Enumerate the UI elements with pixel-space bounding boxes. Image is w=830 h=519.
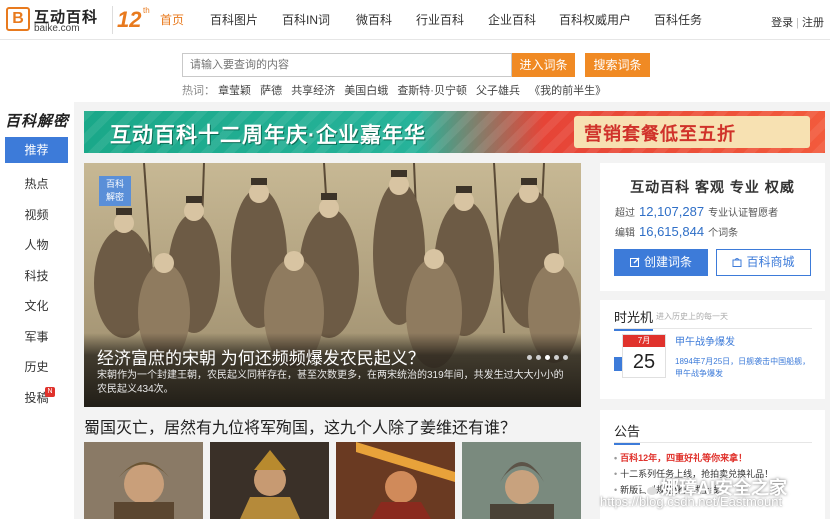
hot-word[interactable]: 萨德: [260, 85, 282, 97]
nav-item-home[interactable]: 首页: [160, 0, 210, 40]
nav-item-micro-baike[interactable]: 微百科: [356, 0, 416, 40]
top-navigation-bar: B 互动百科 baike.com 12 th 首页 百科图片 百科IN词 微百科…: [0, 0, 830, 40]
hero-tag-line: 百科: [105, 179, 124, 189]
search-entry-button[interactable]: 搜索词条: [585, 53, 650, 77]
entries-stat: 编辑 16,615,844 个词条: [615, 224, 738, 239]
stat-label: 超过: [615, 208, 635, 219]
logo-domain: baike.com: [34, 23, 80, 34]
calendar-date: 7月 25: [622, 334, 666, 378]
hero-tag-line: 解密: [105, 192, 124, 202]
article-thumbnails: [84, 442, 581, 519]
thumbnail-image[interactable]: [336, 442, 455, 519]
search-area: 进入词条 搜索词条 热词： 章莹颖 萨德 共享经济 美国白蛾 查斯特·贝宁顿 父…: [0, 40, 830, 102]
baike-mall-label: 百科商城: [746, 255, 795, 269]
hero-category-tag: 百科 解密: [99, 176, 131, 206]
stat-suffix: 专业认证智愿者: [708, 208, 779, 219]
thumbnail-image[interactable]: [210, 442, 329, 519]
hero-slide[interactable]: 百科 解密 经济富庶的宋朝 为何还频频爆发农民起义？ 宋朝作为一个封建王朝，农民…: [84, 163, 581, 407]
anniversary-suffix: th: [143, 6, 150, 15]
slide-dot[interactable]: [563, 355, 568, 360]
sidebar-item-submit[interactable]: 投稿 N: [5, 383, 68, 414]
hot-word[interactable]: 美国白蛾: [344, 85, 388, 97]
sidebar-item-recommend[interactable]: 推荐: [5, 137, 68, 163]
sidebar-item-military[interactable]: 军事: [5, 322, 68, 353]
hot-word[interactable]: 共享经济: [291, 85, 335, 97]
slide-dot[interactable]: [554, 355, 559, 360]
login-link[interactable]: 登录: [771, 17, 793, 29]
hot-word[interactable]: 《我的前半生》: [529, 85, 606, 97]
site-logo[interactable]: B 互动百科 baike.com: [6, 6, 102, 34]
anniversary-number: 12: [117, 7, 142, 32]
slide-dot-active[interactable]: [545, 355, 550, 360]
auth-links: 登录 | 注册: [771, 14, 824, 30]
main-nav: 首页 百科图片 百科IN词 微百科 行业百科 企业百科 百科权威用户 百科任务: [160, 0, 714, 40]
auth-separator: |: [796, 17, 799, 29]
anniversary-logo: 12 th: [112, 6, 150, 34]
watermark-url: https://blog.csdn.net/Eastmount: [600, 494, 783, 509]
thumbnail-image[interactable]: [84, 442, 203, 519]
nav-item-industry[interactable]: 行业百科: [416, 0, 488, 40]
sidebar-item-hot[interactable]: 热点: [5, 169, 68, 200]
stats-card: 互动百科 客观 专业 权威 超过 12,107,287 专业认证智愿者 编辑 16,6…: [600, 163, 825, 291]
stat-suffix: 个词条: [708, 228, 739, 239]
calendar-day: 25: [632, 351, 656, 373]
banner-offer-box: 营销套餐低至五折: [574, 116, 810, 148]
divider: [614, 442, 812, 443]
stats-slogan: 互动百科 客观 专业 权威: [630, 179, 795, 195]
new-badge: N: [45, 386, 55, 397]
nav-item-images[interactable]: 百科图片: [210, 0, 282, 40]
history-event-text[interactable]: 1894年7月25日，日舰袭击中国船舰，甲午战争爆发: [675, 356, 815, 380]
banner-title: 互动百科十二周年庆·企业嘉年华: [110, 124, 426, 147]
hot-word[interactable]: 查斯特·贝宁顿: [397, 85, 467, 97]
contributors-count: 12,107,287: [639, 204, 705, 219]
time-machine-subtitle: 进入历史上的每一天: [656, 312, 728, 321]
create-entry-button[interactable]: 创建词条: [614, 249, 708, 276]
logo-b-icon: B: [6, 7, 30, 31]
calendar-month: 7月: [623, 335, 665, 347]
hero-description: 宋朝作为一个封建王朝，农民起义同样存在，甚至次数更多，在两宋统治的319年间，共…: [97, 370, 564, 395]
hot-word[interactable]: 父子雄兵: [476, 85, 520, 97]
baike-mall-button[interactable]: 百科商城: [716, 249, 811, 276]
enter-entry-button[interactable]: 进入词条: [512, 53, 575, 77]
search-input[interactable]: [182, 53, 512, 77]
hot-word[interactable]: 章莹颖: [218, 85, 251, 97]
sidebar-title: 百科解密: [5, 113, 70, 130]
contributors-stat: 超过 12,107,287 专业认证智愿者: [615, 204, 778, 219]
time-machine-card: 时光机 进入历史上的每一天 7月 25 甲午战争爆发 1894年7月25日，日舰…: [600, 300, 825, 399]
sidebar-item-history[interactable]: 历史: [5, 352, 68, 383]
category-sidebar: 百科解密 推荐 热点 视频 人物 科技 文化 军事 历史 投稿 N: [0, 102, 74, 519]
register-link[interactable]: 注册: [802, 17, 824, 29]
entries-count: 16,615,844: [639, 224, 705, 239]
banner-subtitle: 营销套餐低至五折: [584, 124, 736, 144]
nav-item-enterprise[interactable]: 企业百科: [488, 0, 559, 40]
slide-dot[interactable]: [536, 355, 541, 360]
notice-item[interactable]: 百科12年，四重好礼等你来拿！: [614, 451, 747, 464]
sidebar-item-tech[interactable]: 科技: [5, 261, 68, 292]
thumbnail-image[interactable]: [462, 442, 581, 519]
hot-words: 热词： 章莹颖 萨德 共享经济 美国白蛾 查斯特·贝宁顿 父子雄兵 《我的前半生…: [182, 82, 612, 98]
history-event-title[interactable]: 甲午战争爆发: [675, 333, 735, 348]
sidebar-list: 推荐 热点 视频 人物 科技 文化 军事 历史 投稿 N: [5, 137, 68, 413]
nav-item-authority-users[interactable]: 百科权威用户: [559, 0, 654, 40]
shop-icon: [732, 258, 742, 267]
nav-item-in-words[interactable]: 百科IN词: [282, 0, 356, 40]
promo-banner[interactable]: 互动百科十二周年庆·企业嘉年华 营销套餐低至五折: [84, 111, 825, 153]
sidebar-item-video[interactable]: 视频: [5, 200, 68, 231]
slide-dot[interactable]: [527, 355, 532, 360]
sidebar-item-culture[interactable]: 文化: [5, 291, 68, 322]
timeline-marker: [614, 357, 622, 371]
slide-indicator: [523, 355, 568, 360]
sidebar-item-people[interactable]: 人物: [5, 230, 68, 261]
divider: [614, 328, 812, 329]
edit-icon: [629, 257, 640, 267]
article-headline[interactable]: 蜀国灭亡，居然有九位将军殉国，这九个人除了姜维还有谁？: [84, 414, 516, 438]
hero-title[interactable]: 经济富庶的宋朝 为何还频频爆发农民起义？: [97, 344, 425, 369]
create-entry-label: 创建词条: [643, 255, 692, 269]
nav-item-tasks[interactable]: 百科任务: [654, 0, 714, 40]
hot-words-label: 热词：: [182, 85, 215, 97]
stat-label: 编辑: [615, 228, 635, 239]
